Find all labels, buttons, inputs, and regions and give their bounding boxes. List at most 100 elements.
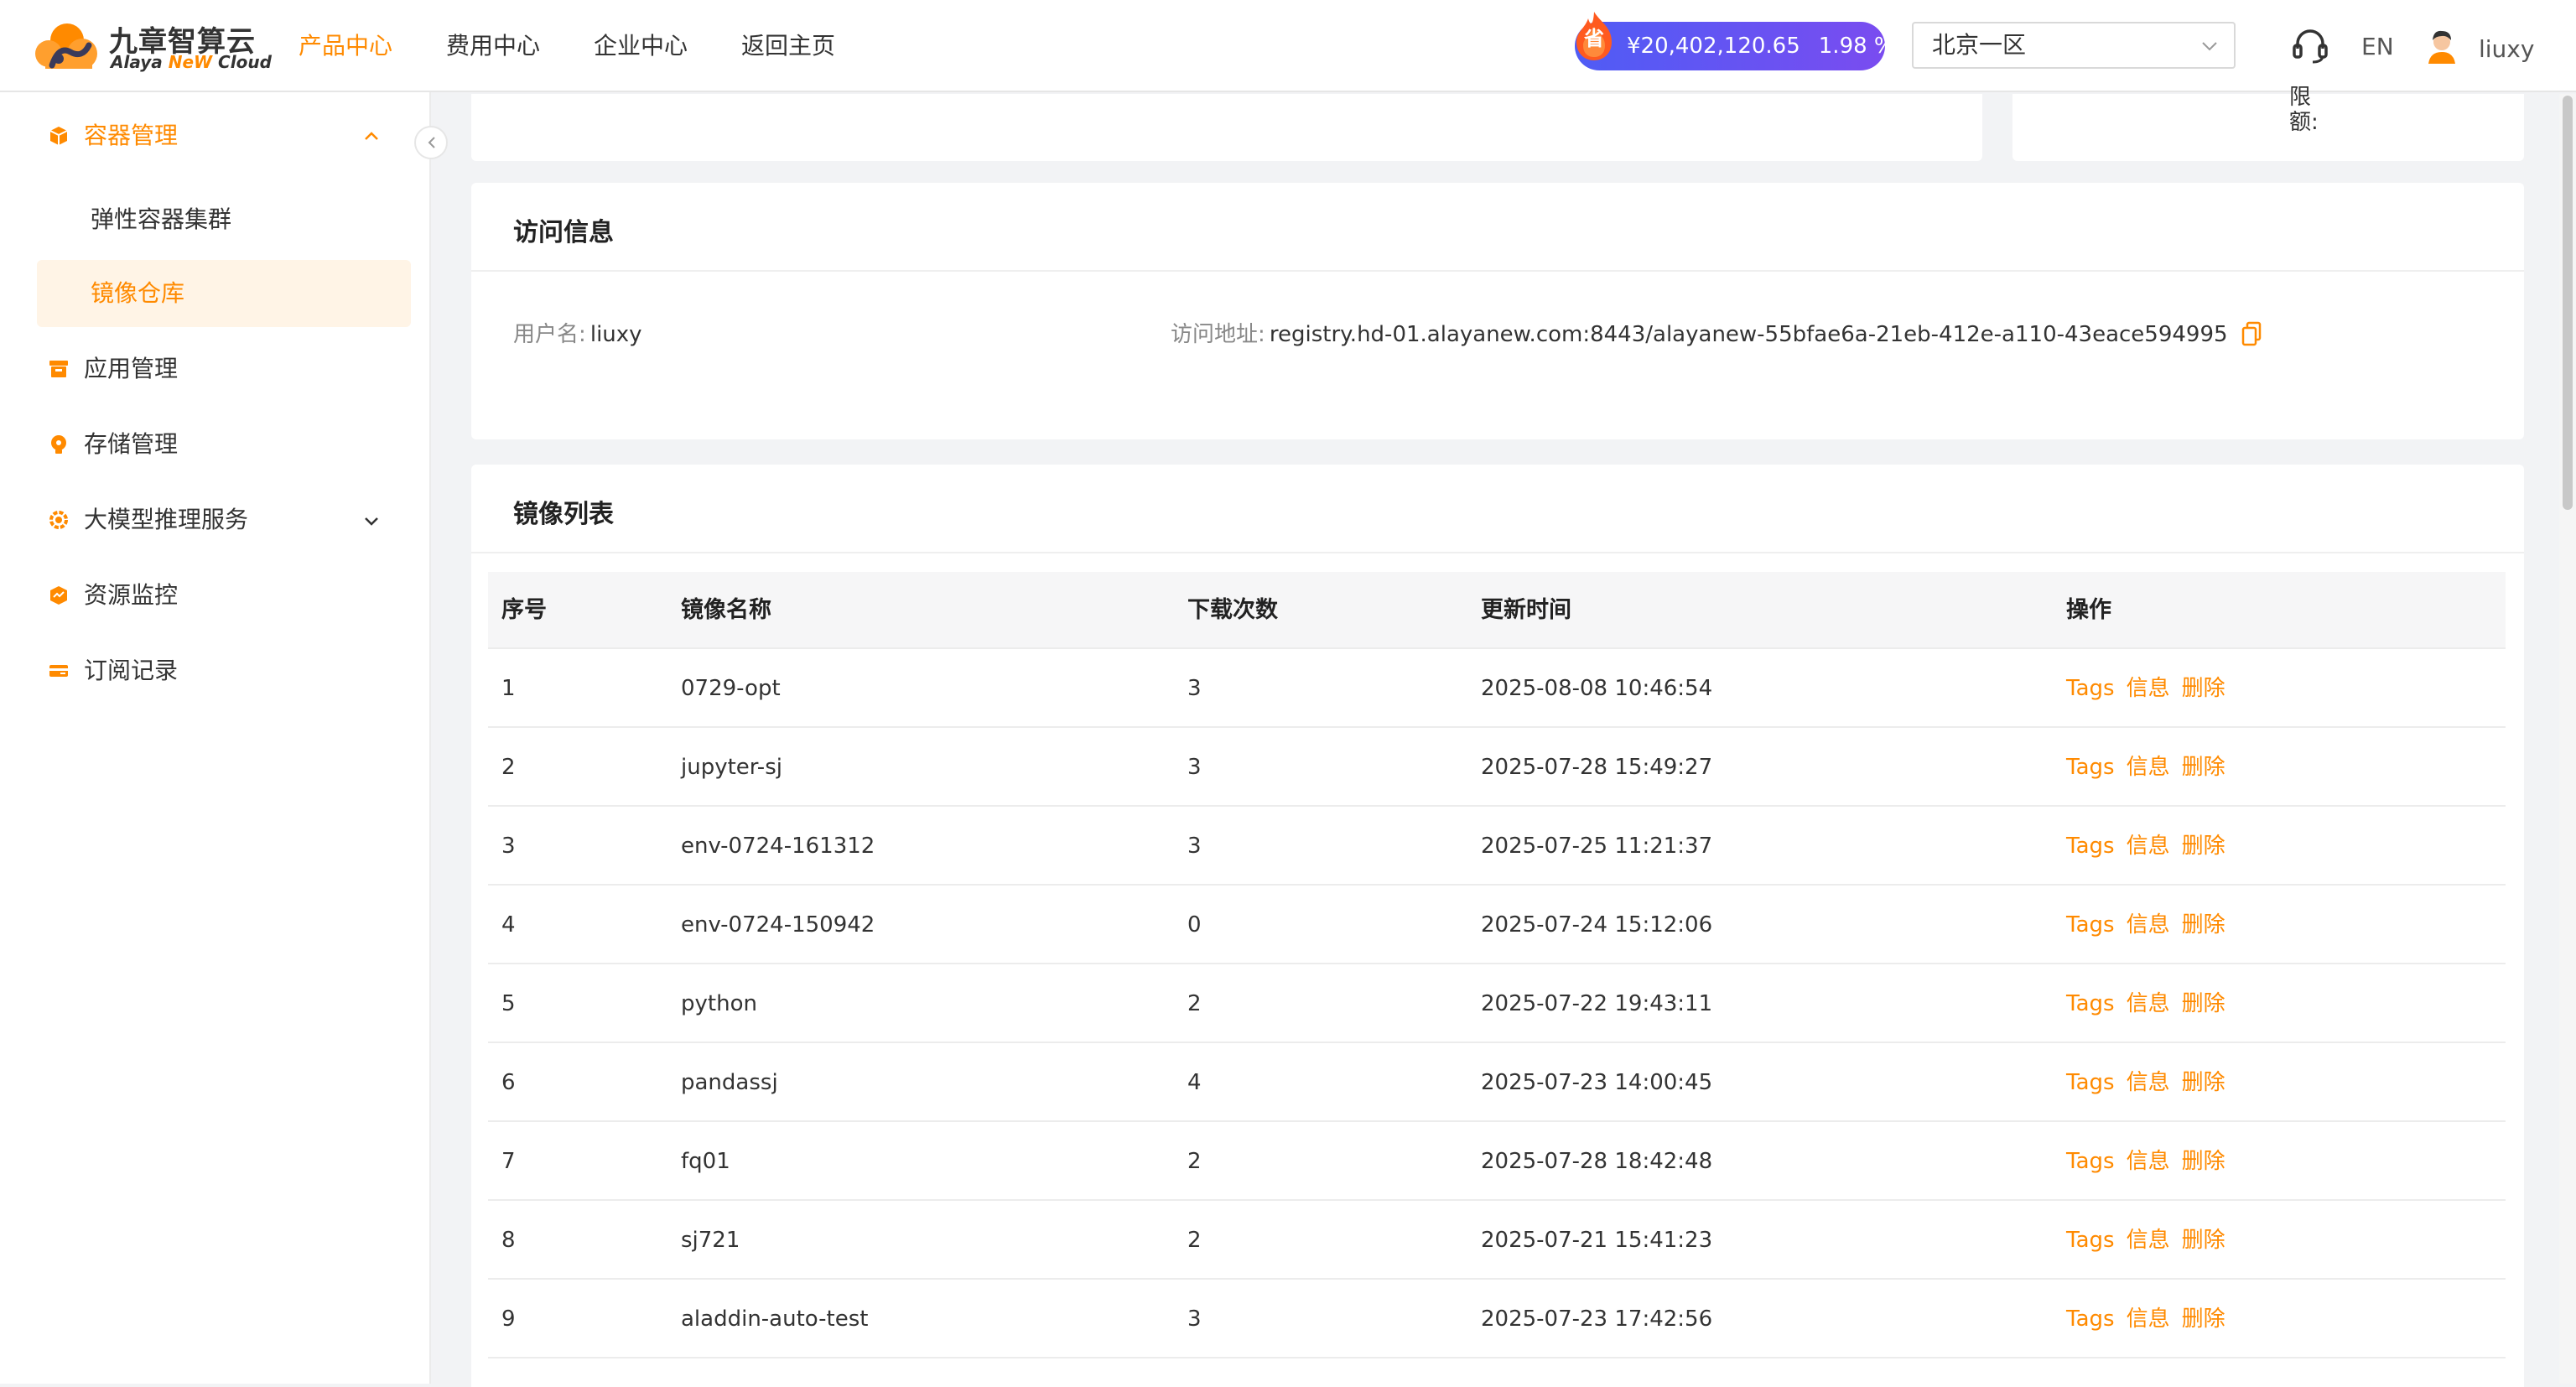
info-link[interactable]: 信息 [2127,991,2170,1016]
cell-name: pandassj [681,1070,778,1095]
cell-index: 7 [501,1149,516,1174]
nav-back-home[interactable]: 返回主页 [741,0,835,92]
table-row: 9 aladdin-auto-test 3 2025-07-23 17:42:5… [488,1280,2506,1358]
cell-actions: Tags 信息 删除 [2066,886,2237,964]
username[interactable]: liuxy [2479,29,2534,70]
cell-actions: Tags 信息 删除 [2066,1201,2237,1280]
cell-name: env-0724-161312 [681,834,875,859]
balance-percent: 1.98 % [1818,34,1895,59]
sidebar-item-subscription-records[interactable]: 订阅记录 [37,637,411,704]
tags-link[interactable]: Tags [2066,1070,2115,1095]
info-link[interactable]: 信息 [2127,676,2170,701]
cell-downloads: 3 [1187,834,1202,859]
sidebar-item-llm-inference[interactable]: 大模型推理服务 [37,486,411,553]
headset-icon[interactable] [2289,25,2331,67]
copy-icon[interactable] [2241,321,2262,346]
sidebar-item-storage-management[interactable]: 存储管理 [37,411,411,478]
balance-pill[interactable]: 省 ¥20,402,120.65 1.98 % [1575,12,1895,70]
sidebar-item-app-management[interactable]: 应用管理 [37,335,411,403]
language-switch[interactable]: EN [2361,29,2394,65]
cell-updated: 2025-08-08 10:46:54 [1481,676,1713,701]
info-link[interactable]: 信息 [2127,1306,2170,1332]
avatar-icon[interactable] [2422,25,2462,65]
table-row: 8 sj721 2 2025-07-21 15:41:23 Tags 信息 删除 [488,1201,2506,1280]
nav-billing-center[interactable]: 费用中心 [446,0,540,92]
info-link[interactable]: 信息 [2127,1070,2170,1095]
cell-downloads: 2 [1187,991,1202,1016]
cell-updated: 2025-07-25 11:21:37 [1481,834,1713,859]
tags-link[interactable]: Tags [2066,1149,2115,1174]
monitor-icon [50,586,67,605]
info-link[interactable]: 信息 [2127,1149,2170,1174]
chevron-down-icon [365,517,378,526]
region-select[interactable]: 北京一区 [1912,22,2236,69]
delete-link[interactable]: 删除 [2182,1228,2225,1253]
cell-index: 6 [501,1070,516,1095]
divider [471,552,2524,553]
table-row: 6 pandassj 4 2025-07-23 14:00:45 Tags 信息删… [488,1043,2506,1122]
access-address-value: registry.hd-01.alayanew.com:8443/alayane… [1269,322,2228,347]
cell-index: 9 [501,1306,516,1332]
sidebar-item-container-management[interactable]: 容器管理 [37,102,411,169]
tags-link[interactable]: Tags [2066,755,2115,780]
region-value: 北京一区 [1932,31,2027,59]
delete-link[interactable]: 删除 [2182,1070,2225,1095]
info-link[interactable]: 信息 [2127,912,2170,938]
sidebar-item-label: 订阅记录 [84,657,179,684]
overview-card-partial [471,94,1982,161]
sidebar-item-resource-monitor[interactable]: 资源监控 [37,562,411,629]
info-link[interactable]: 信息 [2127,1228,2170,1253]
access-address-field: 访问地址: registry.hd-01.alayanew.com:8443/a… [1171,317,2262,348]
nav-enterprise-center[interactable]: 企业中心 [594,0,688,92]
info-link[interactable]: 信息 [2127,755,2170,780]
sidebar-subitem-elastic-cluster[interactable]: 弹性容器集群 [37,186,411,253]
cell-actions: Tags 信息 删除 [2066,807,2237,886]
delete-link[interactable]: 删除 [2182,991,2225,1016]
sidebar-item-label: 存储管理 [84,430,179,458]
tags-link[interactable]: Tags [2066,912,2115,938]
cell-name: jupyter-sj [681,755,782,780]
scrollbar-thumb[interactable] [2563,96,2573,510]
quota-label-partial: 额: [2289,110,2319,135]
sidebar-collapse-button[interactable] [414,126,448,159]
cell-index: 5 [501,991,516,1016]
tags-link[interactable]: Tags [2066,991,2115,1016]
cell-downloads: 2 [1187,1149,1202,1174]
access-info-card: 访问信息 用户名: liuxy 访问地址: registry.hd-01.ala… [471,183,2524,439]
logo-text-en: Alaya NeW Cloud [111,52,272,72]
tags-link[interactable]: Tags [2066,676,2115,701]
cell-updated: 2025-07-24 15:12:06 [1481,912,1713,938]
delete-link[interactable]: 删除 [2182,755,2225,780]
cell-name: 0729-opt [681,676,781,701]
chevron-up-icon [365,132,378,140]
page-scrollbar[interactable] [2559,94,2576,1384]
cell-name: aladdin-auto-test [681,1306,869,1332]
subscription-icon [49,665,68,677]
cell-downloads: 3 [1187,676,1202,701]
tags-link[interactable]: Tags [2066,834,2115,859]
table-row: 4 env-0724-150942 0 2025-07-24 15:12:06 … [488,886,2506,964]
delete-link[interactable]: 删除 [2182,1306,2225,1332]
cell-name: python [681,991,757,1016]
sidebar: 容器管理 弹性容器集群 镜像仓库 应用管理 存储管理 大模型推理服务 资源监控 … [0,92,431,1384]
cell-index: 2 [501,755,516,780]
column-header-downloads: 下载次数 [1187,597,1278,623]
access-address-label: 访问地址: [1171,322,1265,347]
tags-link[interactable]: Tags [2066,1306,2115,1332]
cell-name: env-0724-150942 [681,912,875,938]
divider [471,270,2524,272]
tags-link[interactable]: Tags [2066,1228,2115,1253]
delete-link[interactable]: 删除 [2182,1149,2225,1174]
delete-link[interactable]: 删除 [2182,834,2225,859]
info-link[interactable]: 信息 [2127,834,2170,859]
table-row: 2 jupyter-sj 3 2025-07-28 15:49:27 Tags 信… [488,728,2506,807]
cell-downloads: 0 [1187,912,1202,938]
username-label: 用户名: [513,322,586,347]
delete-link[interactable]: 删除 [2182,676,2225,701]
delete-link[interactable]: 删除 [2182,912,2225,938]
cell-downloads: 3 [1187,1306,1202,1332]
sidebar-subitem-image-registry[interactable]: 镜像仓库 [37,260,411,327]
nav-product-center[interactable]: 产品中心 [299,0,392,92]
logo[interactable]: 九章智算云 Alaya NeW Cloud [34,17,272,77]
cube-icon [49,127,68,145]
